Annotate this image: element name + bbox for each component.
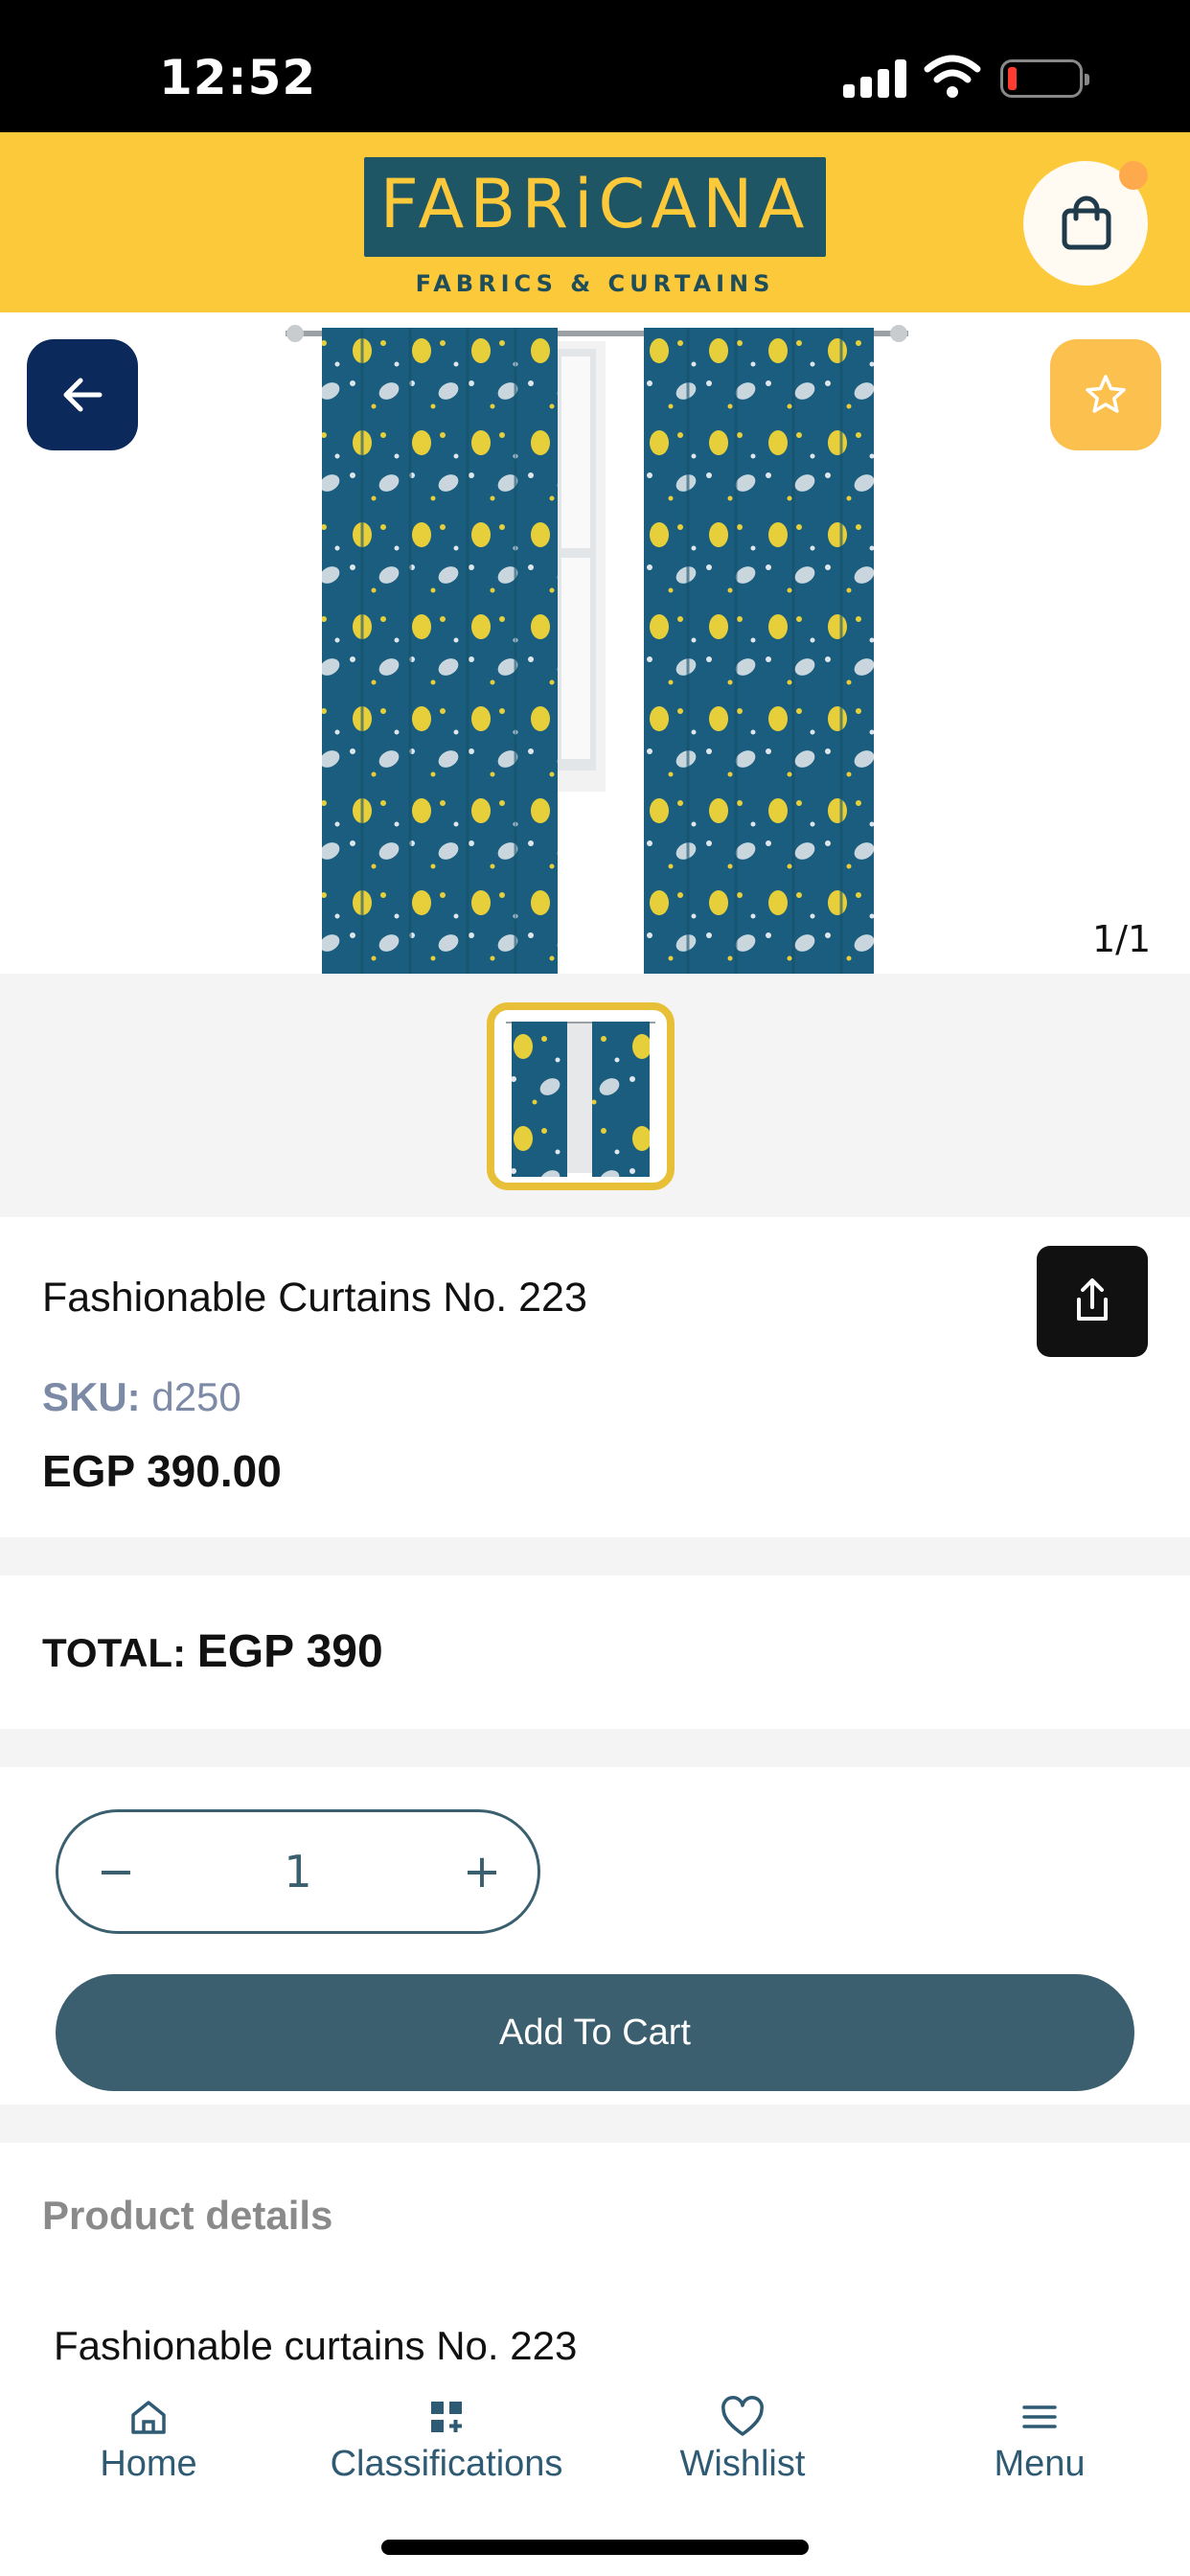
home-indicator[interactable]	[381, 2540, 809, 2555]
quantity-stepper: − 1 +	[56, 1809, 540, 1934]
status-time: 12:52	[159, 50, 317, 105]
product-image	[286, 324, 908, 974]
product-title: Fashionable Curtains No. 223	[42, 1275, 587, 1321]
thumbnail-strip	[0, 974, 1190, 1217]
bottom-nav: Home Classifications Wishlist Menu	[0, 2377, 1190, 2576]
sku-value: d250	[151, 1374, 241, 1419]
logo-text: FABRiCANA	[379, 165, 811, 243]
app-header: FABRiCANA FABRICS & CURTAINS	[0, 132, 1190, 312]
share-button[interactable]	[1037, 1246, 1148, 1357]
section-divider	[0, 1537, 1190, 1576]
total-line: TOTAL: EGP 390	[42, 1625, 383, 1678]
nav-item-menu[interactable]: Menu	[950, 2396, 1129, 2501]
quantity-value: 1	[284, 1846, 312, 1898]
menu-icon	[1022, 2405, 1057, 2428]
thumbnail-image	[506, 1020, 655, 1177]
decrease-quantity-button[interactable]: −	[87, 1841, 145, 1902]
product-info: Fashionable Curtains No. 223 SKU: d250 E…	[0, 1217, 1190, 1537]
details-text: Fashionable curtains No. 223	[54, 2323, 578, 2368]
thumbnail-selected[interactable]	[487, 1002, 675, 1190]
product-price: EGP 390.00	[42, 1446, 282, 1496]
favorite-button[interactable]	[1050, 339, 1161, 450]
arrow-left-icon	[63, 378, 103, 412]
product-sku: SKU: d250	[42, 1374, 241, 1420]
star-icon	[1086, 375, 1126, 413]
wifi-icon	[924, 55, 981, 98]
brand-logo[interactable]: FABRiCANA	[364, 157, 826, 257]
sku-label: SKU:	[42, 1374, 141, 1419]
home-icon	[131, 2401, 166, 2434]
nav-item-home[interactable]: Home	[59, 2396, 238, 2501]
grid-icon	[431, 2402, 462, 2432]
status-bar: 12:52	[0, 0, 1190, 132]
heart-icon	[721, 2396, 764, 2436]
logo-subtitle: FABRICS & CURTAINS	[415, 270, 775, 297]
product-details-section: Product details Fashionable curtains No.…	[0, 2143, 1190, 2392]
add-to-cart-section: − 1 + Add To Cart	[0, 1767, 1190, 2104]
nav-item-classifications[interactable]: Classifications	[303, 2396, 590, 2501]
back-button[interactable]	[27, 339, 138, 450]
product-image-carousel[interactable]	[0, 312, 1190, 974]
image-pager: 1/1	[1092, 918, 1152, 960]
nav-label-classifications: Classifications	[330, 2444, 563, 2484]
battery-icon	[1000, 59, 1089, 98]
cart-badge	[1119, 161, 1148, 190]
share-icon	[1077, 1278, 1108, 1321]
details-heading: Product details	[42, 2193, 333, 2238]
nav-item-wishlist[interactable]: Wishlist	[653, 2396, 832, 2501]
cellular-signal-icon	[843, 59, 906, 98]
nav-label-menu: Menu	[994, 2444, 1086, 2484]
total-amount: EGP 390	[196, 1626, 383, 1677]
total-label: TOTAL:	[42, 1630, 187, 1675]
section-divider	[0, 1729, 1190, 1767]
add-to-cart-button[interactable]: Add To Cart	[56, 1974, 1134, 2091]
total-section: TOTAL: EGP 390	[0, 1576, 1190, 1729]
shopping-bag-icon	[1062, 196, 1111, 250]
nav-label-wishlist: Wishlist	[679, 2444, 806, 2484]
section-divider	[0, 2104, 1190, 2143]
increase-quantity-button[interactable]: +	[453, 1841, 511, 1902]
nav-label-home: Home	[100, 2444, 197, 2484]
